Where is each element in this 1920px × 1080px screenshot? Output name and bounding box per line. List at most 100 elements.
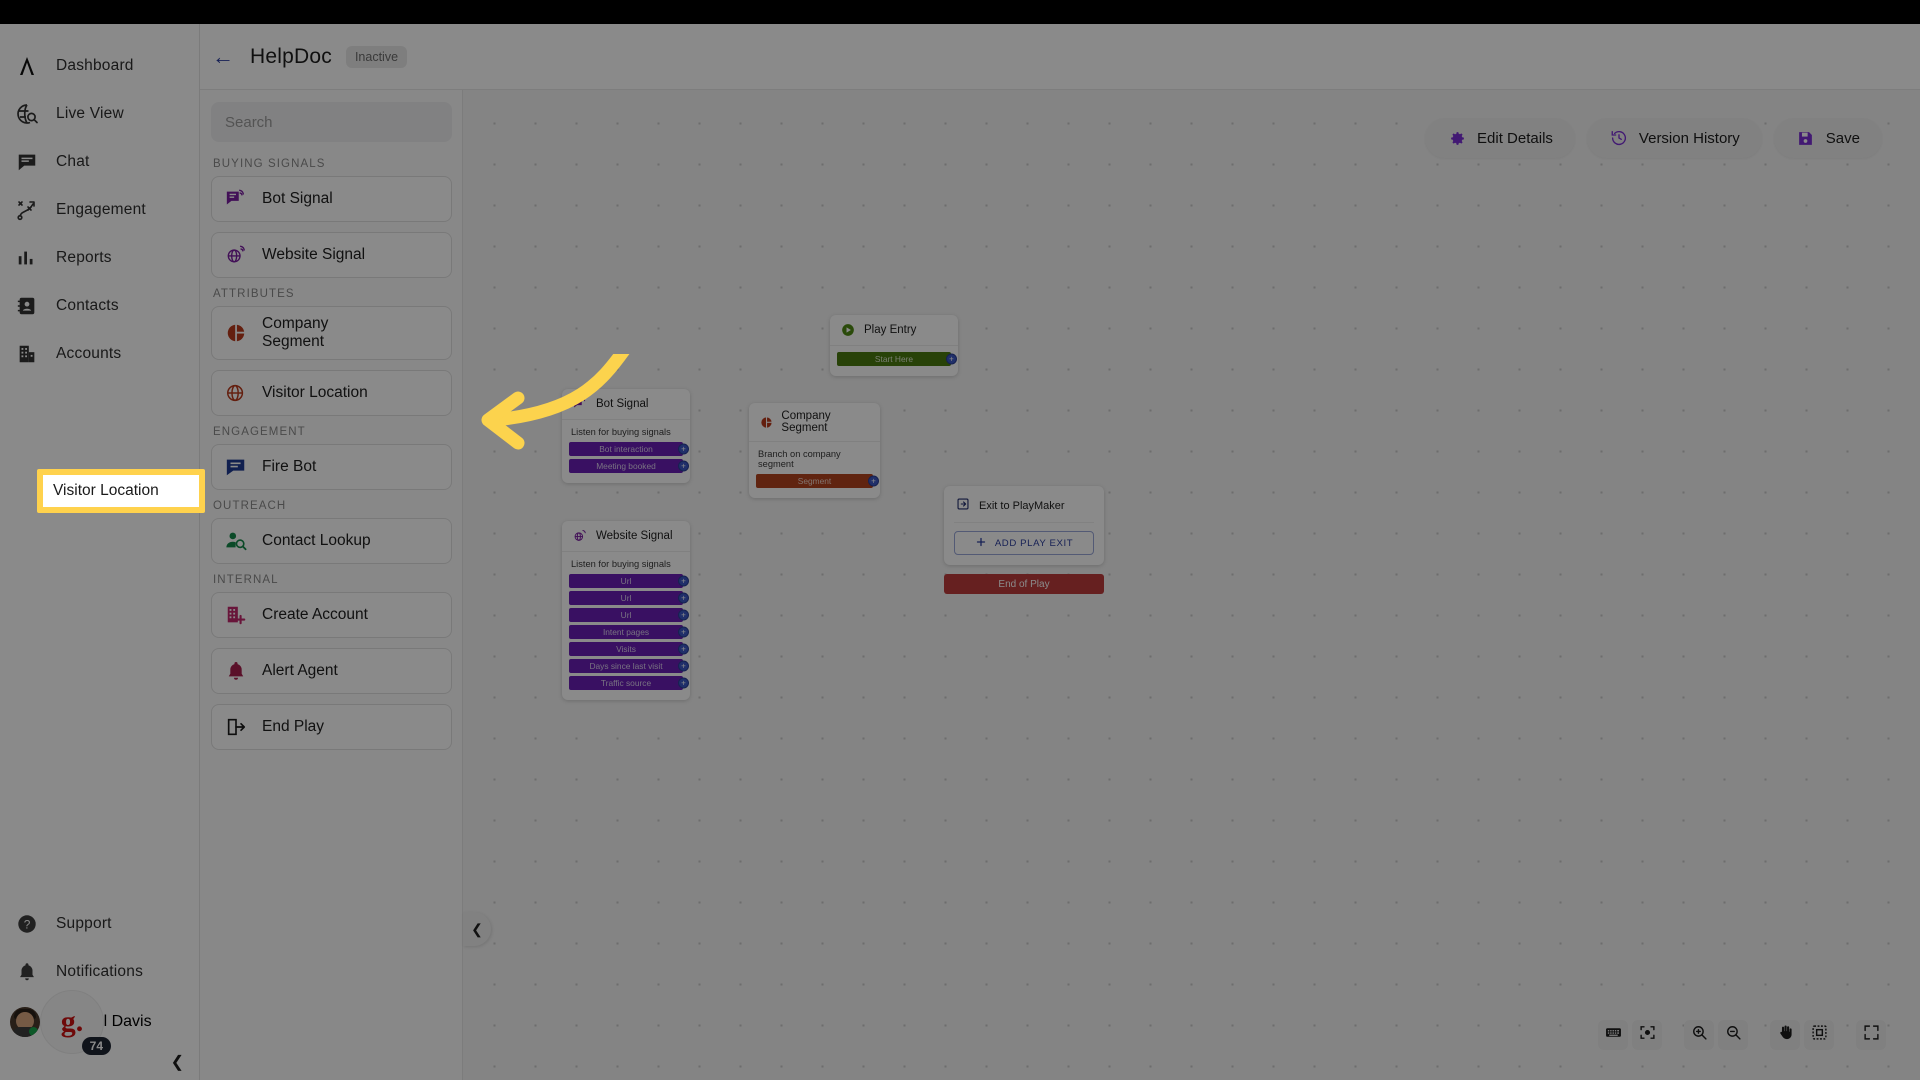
version-history-button[interactable]: Version History [1586, 118, 1762, 158]
node-output-row[interactable]: Meeting booked + [569, 459, 689, 473]
node-output-label: Segment [797, 476, 832, 486]
chat-bubble-icon [224, 455, 248, 479]
plus-handle-icon[interactable]: + [868, 475, 879, 487]
node-body: Listen for buying signals Bot interactio… [562, 420, 690, 483]
palette-item-bot-signal[interactable]: Bot Signal [211, 176, 452, 222]
search-input[interactable]: Search [211, 102, 452, 142]
palette-item-label: Company Segment [262, 315, 329, 350]
sidebar-item-accounts[interactable]: Accounts [0, 330, 199, 378]
node-subtitle: Listen for buying signals [571, 427, 671, 437]
sidebar-item-support[interactable]: ? Support [0, 900, 200, 948]
node-output-row[interactable]: Start Here + [837, 352, 957, 366]
palette-item-label: Website Signal [262, 246, 366, 264]
plus-handle-icon[interactable]: + [678, 460, 689, 472]
node-output-label: Visits [616, 644, 636, 654]
plus-handle-icon[interactable]: + [678, 592, 689, 604]
exit-icon [224, 715, 248, 739]
plus-handle-icon[interactable]: + [946, 353, 957, 365]
select-tool-button[interactable] [1804, 1020, 1834, 1050]
help-circle-icon: ? [14, 911, 40, 937]
palette-item-label: Fire Bot [262, 457, 317, 475]
sidebar-item-notifications[interactable]: Notifications [0, 948, 200, 996]
group-label-engagement: ENGAGEMENT [213, 425, 306, 438]
center-view-button[interactable] [1632, 1020, 1662, 1050]
left-nav: Dashboard Live View Chat Engagement Repo… [0, 24, 200, 1080]
plus-handle-icon[interactable]: + [678, 609, 689, 621]
zoom-out-button[interactable] [1718, 1020, 1748, 1050]
bell-icon [14, 959, 40, 985]
accounts-icon [14, 341, 40, 367]
exit-to-playmaker-row[interactable]: Exit to PlayMaker [954, 495, 1094, 523]
zoom-in-icon [1691, 1024, 1708, 1046]
palette-item-visitor-location[interactable]: Visitor Location [211, 369, 452, 416]
sidebar-item-contacts[interactable]: Contacts [0, 282, 199, 330]
website-signal-icon [224, 243, 248, 267]
zoom-in-button[interactable] [1684, 1020, 1714, 1050]
add-play-exit-button[interactable]: ADD PLAY EXIT [954, 531, 1094, 555]
flow-node-company-segment[interactable]: Company Segment Branch on company segmen… [749, 403, 880, 498]
node-output-row[interactable]: Visits + [569, 642, 689, 656]
node-output-row[interactable]: Segment + [756, 474, 879, 488]
pan-tool-button[interactable] [1770, 1020, 1800, 1050]
flow-canvas[interactable]: Edit Details Version History Save Play E… [463, 90, 1920, 1080]
palette-item-fire-bot[interactable]: Fire Bot [211, 443, 452, 490]
plus-handle-icon[interactable]: + [678, 677, 689, 689]
palette-item-label: Visitor Location [262, 383, 368, 401]
canvas-action-buttons: Edit Details Version History Save [1425, 118, 1882, 158]
sidebar-item-label: Reports [56, 249, 112, 266]
node-output-row[interactable]: Url + [569, 608, 689, 622]
node-output-row[interactable]: Url + [569, 574, 689, 588]
node-output-row[interactable]: Bot interaction + [569, 442, 689, 456]
sidebar-item-live-view[interactable]: Live View [0, 90, 199, 138]
fullscreen-button[interactable] [1856, 1020, 1886, 1050]
pie-chart-icon [759, 414, 773, 430]
palette-item-contact-lookup[interactable]: Contact Lookup [211, 517, 452, 564]
end-of-play-bar[interactable]: End of Play [944, 574, 1104, 594]
node-output-label: Days since last visit [589, 661, 663, 671]
plus-handle-icon[interactable]: + [678, 443, 689, 455]
flow-node-play-entry[interactable]: Play Entry Start Here + [830, 315, 958, 376]
node-output-row[interactable]: Intent pages + [569, 625, 689, 639]
sidebar-item-engagement[interactable]: Engagement [0, 186, 199, 234]
plus-handle-icon[interactable]: + [678, 626, 689, 638]
sidebar-item-label: Notifications [56, 963, 144, 980]
sidebar-item-label: Dashboard [56, 57, 134, 74]
sidebar-item-chat[interactable]: Chat [0, 138, 199, 186]
flow-node-website-signal[interactable]: Website Signal Listen for buying signals… [562, 521, 690, 700]
grammarly-badge[interactable]: g. 74 [40, 990, 111, 1055]
palette-item-create-account[interactable]: Create Account [211, 591, 452, 638]
palette-item-website-signal[interactable]: Website Signal [211, 232, 452, 278]
keyboard-shortcuts-button[interactable] [1598, 1020, 1628, 1050]
palette-item-alert-agent[interactable]: Alert Agent [211, 647, 452, 694]
node-header: Bot Signal [562, 389, 690, 420]
notification-count-badge: 74 [81, 1037, 111, 1055]
arrow-left-icon[interactable]: ← [210, 44, 236, 70]
palette-item-label: Bot Signal [262, 190, 333, 208]
palette-item-end-play[interactable]: End Play [211, 703, 452, 750]
exit-to-playmaker-card[interactable]: Exit to PlayMaker ADD PLAY EXIT [944, 486, 1104, 565]
node-output-row[interactable]: Traffic source + [569, 676, 689, 690]
user-profile-row[interactable]: Michael Davis g. 74 [0, 990, 200, 1055]
chevron-left-icon[interactable]: ❮ [171, 1052, 184, 1072]
fullscreen-icon [1863, 1024, 1880, 1046]
plus-handle-icon[interactable]: + [678, 643, 689, 655]
palette-item-company-segment[interactable]: Company Segment [211, 306, 452, 360]
sidebar-item-label: Accounts [56, 345, 122, 362]
nav-primary-list: Dashboard Live View Chat Engagement Repo… [0, 24, 199, 378]
edit-details-button[interactable]: Edit Details [1425, 118, 1575, 158]
plus-handle-icon[interactable]: + [678, 660, 689, 672]
node-subtitle: Listen for buying signals [571, 559, 671, 569]
sidebar-item-dashboard[interactable]: Dashboard [0, 42, 199, 90]
flow-node-exit-group: Exit to PlayMaker ADD PLAY EXIT End of P… [944, 486, 1104, 594]
save-button[interactable]: Save [1773, 118, 1882, 158]
sidebar-item-reports[interactable]: Reports [0, 234, 199, 282]
plus-handle-icon[interactable]: + [678, 575, 689, 587]
bot-signal-icon [572, 396, 588, 412]
status-badge: Inactive [345, 45, 408, 68]
nav-footer: ? Support Notifications Michael Davis g.… [0, 900, 200, 1080]
node-header: Company Segment [749, 403, 880, 442]
node-output-row[interactable]: Days since last visit + [569, 659, 689, 673]
group-label-attributes: ATTRIBUTES [213, 288, 295, 300]
flow-node-bot-signal[interactable]: Bot Signal Listen for buying signals Bot… [562, 389, 690, 483]
node-output-row[interactable]: Url + [569, 591, 689, 605]
